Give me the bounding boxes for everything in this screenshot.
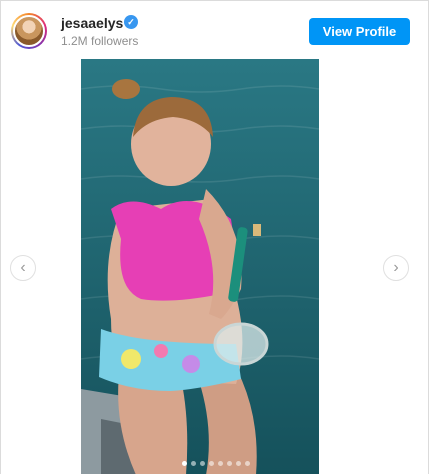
- carousel-dot[interactable]: [190, 461, 196, 467]
- carousel-dot[interactable]: [226, 461, 232, 467]
- avatar-image: [13, 15, 45, 47]
- chevron-right-icon[interactable]: ›: [383, 255, 409, 281]
- carousel-dot[interactable]: [208, 461, 214, 467]
- carousel-dot[interactable]: [217, 461, 223, 467]
- carousel-indicator: [1, 455, 429, 467]
- post-media[interactable]: [81, 59, 319, 474]
- instagram-embed: jesaaelys ✓ 1.2M followers View Profile: [0, 0, 429, 474]
- follower-count: 1.2M followers: [61, 34, 139, 48]
- chevron-left-icon[interactable]: ‹: [10, 255, 36, 281]
- carousel-dot[interactable]: [181, 461, 187, 467]
- carousel-dot[interactable]: [199, 461, 205, 467]
- avatar[interactable]: [11, 13, 47, 49]
- username[interactable]: jesaaelys: [61, 15, 123, 31]
- post-header: jesaaelys ✓ 1.2M followers View Profile: [1, 1, 429, 59]
- verified-badge-icon: ✓: [124, 15, 138, 29]
- post-photo: [81, 59, 319, 474]
- carousel-dot[interactable]: [244, 461, 250, 467]
- carousel-dot[interactable]: [235, 461, 241, 467]
- view-profile-button[interactable]: View Profile: [309, 18, 410, 45]
